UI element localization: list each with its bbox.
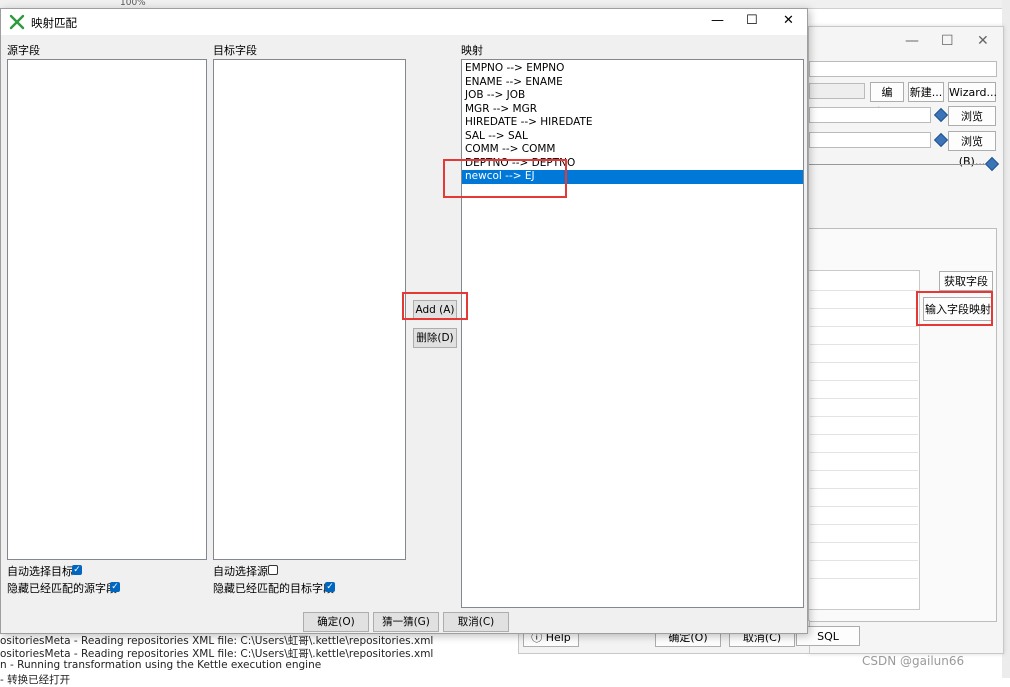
table-row (810, 578, 918, 579)
table-row (810, 380, 918, 381)
table-row (810, 452, 918, 453)
hide-matched-source-label: 隐藏已经匹配的源字段 (7, 582, 117, 595)
table-row (810, 506, 918, 507)
table-row (810, 470, 918, 471)
bg-browse-button-1[interactable]: 浏览(B)... (948, 106, 996, 143)
watermark: CSDN @gailun66 (862, 654, 965, 668)
log-line: - 转换已经打开 (0, 674, 71, 686)
minimize-icon[interactable]: — (711, 13, 724, 28)
bg-wizard-button[interactable]: Wizard... (948, 82, 997, 102)
guess-button[interactable]: 猜一猜(G) (373, 612, 439, 632)
auto-select-target-label: 自动选择目标 (7, 565, 73, 578)
table-row (810, 398, 918, 399)
table-row (810, 434, 918, 435)
bg-table-field[interactable] (809, 132, 931, 148)
dialog-titlebar[interactable]: 映射匹配 — ☐ ✕ (1, 9, 807, 35)
table-row (810, 560, 918, 561)
table-row (810, 308, 918, 309)
table-row (810, 524, 918, 525)
delete-button[interactable]: 删除(D) (413, 328, 457, 348)
table-row (810, 326, 918, 327)
auto-select-source-checkbox[interactable] (268, 565, 278, 575)
cancel-button[interactable]: 取消(C) (443, 612, 509, 632)
mapping-label: 映射 (461, 44, 483, 57)
list-item[interactable]: SAL --> SAL (462, 130, 803, 144)
list-item[interactable]: MGR --> MGR (462, 103, 803, 117)
table-row (810, 542, 918, 543)
highlight-box-mapping (443, 159, 567, 198)
kettle-app-icon (9, 14, 25, 30)
target-fields-label: 目标字段 (213, 44, 257, 57)
mappings-list[interactable]: EMPNO --> EMPNO ENAME --> ENAME JOB --> … (461, 59, 804, 608)
source-fields-list[interactable] (7, 59, 207, 560)
list-item[interactable]: EMPNO --> EMPNO (462, 62, 803, 76)
log-line: n - Running transformation using the Ket… (0, 659, 322, 671)
variable-icon (984, 156, 1000, 172)
highlight-box-add (402, 292, 468, 320)
bg-get-fields-button[interactable]: 获取字段 (939, 271, 993, 291)
auto-select-target-checkbox[interactable]: ✓ (72, 565, 82, 575)
bg-minimize-icon[interactable]: — (905, 33, 919, 49)
bg-browse-button-2[interactable]: 浏览(B)... (948, 131, 996, 168)
bg-name-field[interactable] (809, 61, 997, 77)
bg-close-icon[interactable]: ✕ (977, 33, 989, 49)
list-item[interactable]: ENAME --> ENAME (462, 76, 803, 90)
bg-schema-field[interactable] (809, 107, 931, 123)
table-row (810, 416, 918, 417)
hide-matched-target-checkbox[interactable]: ✓ (325, 582, 335, 592)
table-row (810, 362, 918, 363)
auto-select-source-label: 自动选择源 (213, 565, 268, 578)
mapping-dialog: 映射匹配 — ☐ ✕ 源字段 目标字段 映射 EMPNO --> EMPNO E… (0, 8, 808, 634)
maximize-icon[interactable]: ☐ (746, 13, 758, 28)
hide-matched-source-checkbox[interactable]: ✓ (110, 582, 120, 592)
list-item[interactable]: JOB --> JOB (462, 89, 803, 103)
table-row (810, 290, 918, 291)
variable-icon (933, 107, 949, 123)
ok-button[interactable]: 确定(O) (303, 612, 369, 632)
table-row (810, 488, 918, 489)
bg-field-table (809, 270, 920, 610)
highlight-box-input-mapping (916, 291, 993, 326)
bg-connection-field[interactable] (809, 83, 865, 99)
list-item[interactable]: COMM --> COMM (462, 143, 803, 157)
bg-maximize-icon[interactable]: ☐ (941, 33, 954, 49)
source-fields-label: 源字段 (7, 44, 40, 57)
close-icon[interactable]: ✕ (783, 13, 794, 28)
bg-new-button[interactable]: 新建... (908, 82, 944, 102)
bg-separator (809, 164, 985, 165)
dialog-title: 映射匹配 (31, 16, 77, 30)
list-item[interactable]: HIREDATE --> HIREDATE (462, 116, 803, 130)
table-row (810, 344, 918, 345)
bg-edit-button[interactable]: 编辑... (870, 82, 904, 119)
variable-icon (933, 132, 949, 148)
zoom-label: 100% (120, 0, 146, 8)
hide-matched-target-label: 隐藏已经匹配的目标字段 (213, 582, 334, 595)
target-fields-list[interactable] (213, 59, 406, 560)
